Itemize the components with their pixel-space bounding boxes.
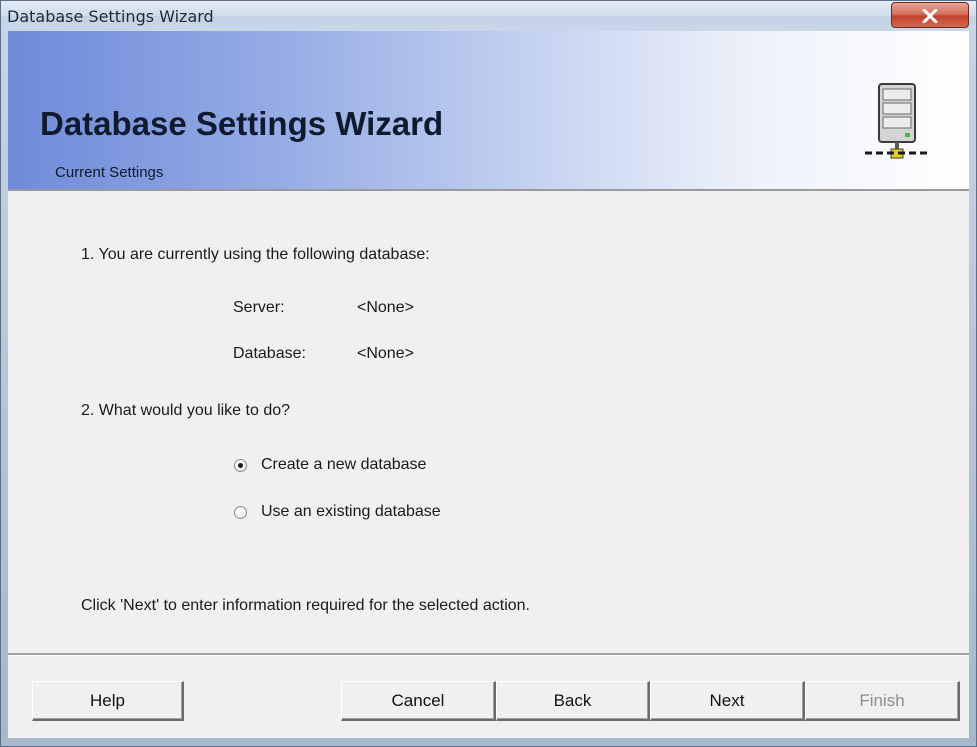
back-button[interactable]: Back [496,681,650,721]
step-2-label: 2. What would you like to do? [81,402,291,419]
option-create-new-database-label[interactable]: Create a new database [261,456,426,474]
close-button[interactable] [891,2,969,28]
server-value: <None> [357,299,414,316]
option-use-existing-database-label[interactable]: Use an existing database [261,503,441,521]
database-value: <None> [357,345,414,362]
finish-button[interactable]: Finish [805,681,960,721]
help-button[interactable]: Help [32,681,184,721]
server-network-icon [865,83,931,159]
cancel-button[interactable]: Cancel [341,681,496,721]
wizard-client-area: Database Settings Wizard Current Setting… [8,31,969,738]
server-label: Server: [233,299,285,316]
window-frame-right [969,31,976,746]
window-title: Database Settings Wizard [7,7,214,26]
window-frame-bottom [1,738,976,746]
close-icon [922,9,938,23]
step-1-label: 1. You are currently using the following… [81,246,430,263]
window-frame-left [1,31,8,746]
radio-use-existing-database[interactable] [234,506,247,519]
footer-separator [8,653,969,656]
instruction-text: Click 'Next' to enter information requir… [81,597,530,614]
wizard-window: Database Settings Wizard Database Settin… [0,0,977,747]
page-title: Database Settings Wizard [40,105,444,142]
title-bar[interactable]: Database Settings Wizard [1,1,976,31]
wizard-header: Database Settings Wizard Current Setting… [8,31,969,191]
radio-selected-dot [238,463,243,468]
page-subtitle: Current Settings [55,164,164,181]
radio-create-new-database[interactable] [234,459,247,472]
next-button[interactable]: Next [650,681,805,721]
database-label: Database: [233,345,306,362]
